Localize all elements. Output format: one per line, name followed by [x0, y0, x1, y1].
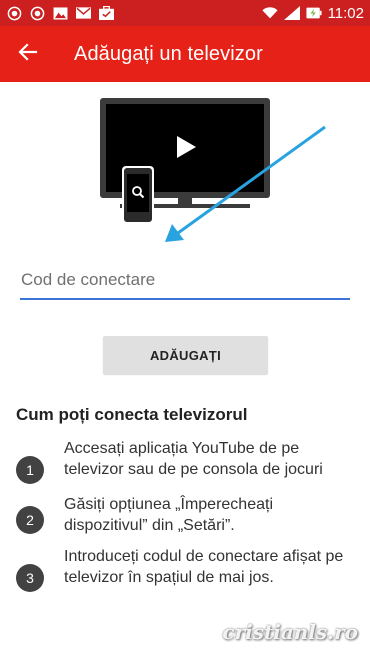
- camera-circle-icon: [6, 5, 22, 21]
- instructions-title: Cum poți conecta televizorul: [16, 405, 248, 424]
- mail-icon: [75, 5, 91, 21]
- camera-circle-icon: [29, 5, 45, 21]
- list-item: 3 Introduceți codul de conectare afișat …: [0, 546, 370, 592]
- image-icon: [52, 5, 68, 21]
- step-number-badge: 1: [16, 456, 44, 484]
- notification-icons: [6, 5, 114, 21]
- arrow-left-icon: [18, 42, 38, 67]
- watermark: cristianls.ro: [222, 620, 358, 644]
- step-text: Introduceți codul de conectare afișat pe…: [64, 548, 344, 586]
- back-button[interactable]: [0, 26, 56, 82]
- code-field-container: [20, 262, 350, 302]
- step-text: Accesați aplicația YouTube de pe televiz…: [64, 440, 323, 478]
- list-item: 1 Accesați aplicația YouTube de pe telev…: [0, 438, 370, 484]
- step-number-badge: 3: [16, 564, 44, 592]
- instructions-list: 1 Accesați aplicația YouTube de pe telev…: [0, 438, 370, 602]
- step-number-badge: 2: [16, 506, 44, 534]
- clock: 11:02: [327, 4, 364, 22]
- battery-charging-icon: [306, 5, 322, 21]
- app-bar: Adăugați un televizor: [0, 26, 370, 82]
- status-bar: 11:02: [0, 0, 370, 26]
- add-button[interactable]: ADĂUGAȚI: [103, 336, 268, 374]
- connection-code-input[interactable]: [20, 262, 350, 300]
- system-icons: 11:02: [262, 5, 364, 22]
- step-text: Găsiți opțiunea „Împerecheați dispozitiv…: [64, 496, 273, 534]
- signal-icon: [283, 5, 300, 21]
- briefcase-icon: [98, 5, 114, 21]
- tv-pairing-illustration: [0, 82, 370, 242]
- list-item: 2 Găsiți opțiunea „Împerecheați dispozit…: [0, 494, 370, 536]
- wifi-icon: [262, 5, 278, 21]
- page-title: Adăugați un televizor: [74, 42, 263, 65]
